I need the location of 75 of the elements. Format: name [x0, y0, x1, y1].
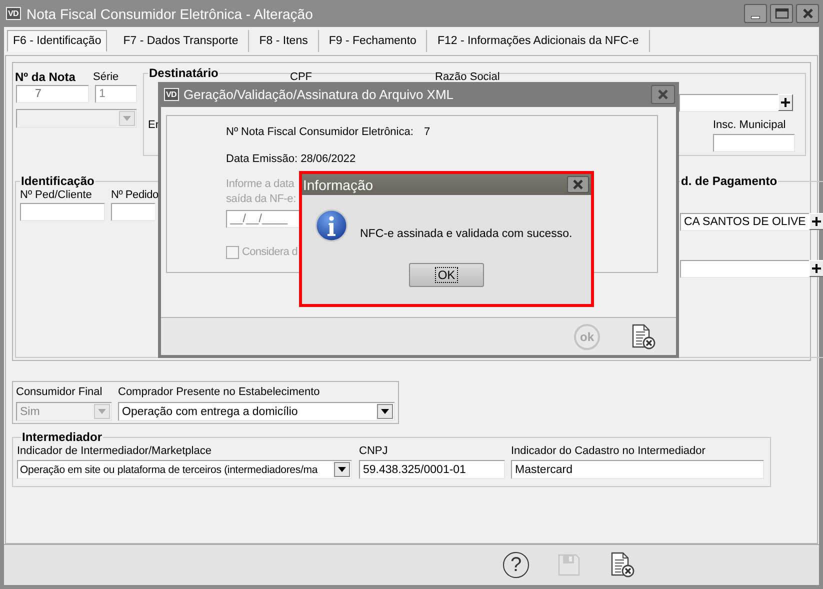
group-title: Identificação — [20, 175, 96, 188]
input-field[interactable]: 7 — [16, 85, 89, 103]
date-text: Data Emissão: 28/06/2022 — [226, 152, 356, 166]
ok-button[interactable]: OK — [409, 263, 484, 287]
close-button[interactable] — [567, 176, 589, 193]
tab[interactable]: F6 - Identificação — [7, 30, 108, 52]
field-label: Informe a data — [226, 177, 294, 192]
group-title: d. de Pagamento — [680, 175, 778, 188]
field-label: Razão Social — [435, 71, 500, 83]
plus-icon — [812, 217, 821, 226]
close-document-button[interactable] — [630, 324, 656, 350]
field-value: 7 — [424, 125, 430, 139]
close-document-button[interactable] — [609, 552, 635, 578]
close-button[interactable] — [796, 4, 819, 23]
group-title: Intermediador — [21, 431, 104, 444]
minimize-button[interactable] — [744, 4, 767, 23]
field-label: Série — [93, 70, 119, 84]
tab[interactable]: F8 - Itens — [249, 30, 319, 52]
field-label: Er — [148, 118, 159, 132]
caret-icon — [94, 404, 110, 419]
save-icon — [557, 553, 581, 577]
document-close-icon — [609, 552, 635, 578]
field-label: saída da NF-e: — [226, 192, 296, 207]
tab[interactable]: F12 - Informações Adicionais da NFC-e — [427, 30, 650, 52]
input-field[interactable] — [679, 94, 778, 112]
add-button[interactable] — [778, 94, 793, 111]
add-button[interactable] — [808, 213, 823, 230]
input-field[interactable]: Mastercard — [511, 460, 764, 479]
window-title: Nota Fiscal Consumidor Eletrônica - Alteração — [26, 6, 314, 22]
field-label: Comprador Presente no Estabelecimento — [118, 385, 321, 399]
close-icon — [572, 179, 584, 190]
input-field[interactable] — [111, 203, 155, 221]
app-icon: VD — [6, 7, 21, 20]
caret-icon — [334, 462, 350, 477]
field-label: Indicador do Cadastro no Intermediador — [511, 444, 706, 458]
maximize-icon — [774, 8, 788, 19]
plus-icon — [812, 264, 821, 273]
close-icon — [802, 8, 814, 19]
field-label: Nº Pedido — [111, 188, 158, 202]
input-field[interactable]: 1 — [95, 85, 137, 103]
field-label: CNPJ — [359, 444, 389, 458]
date-field[interactable]: __/__/____ — [226, 210, 301, 228]
tab[interactable]: F9 - Fechamento — [318, 30, 428, 52]
minimize-icon — [751, 16, 760, 19]
dropdown[interactable]: Operação com entrega a domicílio — [118, 402, 395, 421]
dropdown[interactable]: Operação em site ou plataforma de terceiros (intermediadores/ma — [17, 460, 352, 479]
plus-icon — [781, 98, 790, 107]
field-label: Insc. Municipal — [713, 118, 787, 132]
close-button[interactable] — [651, 85, 675, 104]
caret-icon — [119, 111, 135, 126]
info-icon — [315, 209, 348, 242]
field-label: CPF — [290, 71, 312, 83]
app-icon: VD — [164, 88, 179, 101]
group-title: Destinatário — [148, 67, 220, 80]
field-label: Indicador de Intermediador/Marketplace — [17, 444, 212, 458]
input-field[interactable]: 59.438.325/0001-01 — [359, 460, 505, 479]
input-field[interactable] — [680, 260, 809, 278]
help-button[interactable]: ? — [503, 552, 529, 578]
field-label: Nº Nota Fiscal Consumidor Eletrônica: — [226, 125, 414, 139]
tab[interactable]: F7 - Dados Transporte — [113, 30, 250, 52]
input-field[interactable] — [713, 134, 795, 152]
dialog-title: Geração/Validação/Assinatura do Arquivo XML — [184, 87, 455, 102]
document-close-icon — [630, 324, 656, 350]
input-field[interactable]: CA SANTOS DE OLIVE — [680, 213, 809, 231]
field-label: Nº da Nota — [15, 70, 76, 84]
field-label: Consumidor Final — [16, 385, 104, 399]
checkbox-label: Considera d — [242, 245, 298, 260]
close-icon — [657, 89, 669, 100]
dialog-title: Informação — [303, 176, 374, 192]
caret-icon — [377, 404, 393, 419]
field-label: Nº Ped/Cliente — [20, 188, 93, 202]
maximize-button[interactable] — [770, 4, 793, 23]
input-field[interactable] — [20, 203, 105, 221]
message-text: NFC-e assinada e validada com sucesso. — [360, 228, 572, 240]
add-button[interactable] — [808, 260, 823, 277]
